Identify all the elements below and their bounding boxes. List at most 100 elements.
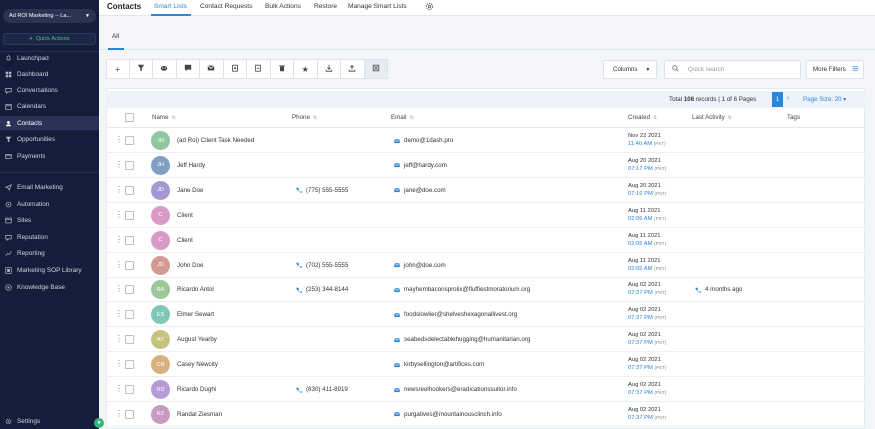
- account-switcher[interactable]: Ad ROI Marketing -- La... ▼: [3, 9, 96, 23]
- table-row[interactable]: ⋮ C Client Aug 11 2021 02:05 AM (PST): [106, 228, 865, 253]
- row-menu-icon[interactable]: ⋮: [115, 309, 123, 318]
- contact-name[interactable]: Jeff Hardy: [177, 162, 205, 169]
- row-checkbox[interactable]: [125, 160, 134, 170]
- sidebar-item-payments[interactable]: Payments: [0, 149, 99, 163]
- contact-email[interactable]: foodslowlier@shelveshexagonallivest.org: [394, 311, 517, 318]
- sidebar-item-email-marketing[interactable]: Email Marketing: [0, 180, 99, 194]
- sidebar-item-launchpad[interactable]: Launchpad: [0, 51, 99, 65]
- sidebar-item-reputation[interactable]: Reputation: [0, 230, 99, 244]
- table-row[interactable]: ⋮ RA Ricardo Antol (253) 344-8144 mayhembaco…: [106, 277, 865, 303]
- contact-name[interactable]: Client: [177, 212, 193, 219]
- sidebar-item-settings[interactable]: Settings: [0, 414, 99, 428]
- table-row[interactable]: ⋮ ES Elmer Sewart foodslowlier@shelveshexag…: [106, 302, 865, 328]
- row-checkbox[interactable]: [125, 136, 134, 145]
- more-filters-button[interactable]: More Filters: [806, 60, 864, 79]
- chat-widget-icon[interactable]: ●: [94, 418, 104, 428]
- table-row[interactable]: ⋮ JD John Doe (702) 555-5555 john@doe.com Aug…: [106, 253, 865, 278]
- row-checkbox[interactable]: [125, 335, 134, 345]
- export-button[interactable]: [341, 59, 365, 79]
- table-row[interactable]: ⋮ C Client Aug 11 2021 02:06 AM (PST): [106, 203, 865, 228]
- row-checkbox[interactable]: [125, 360, 134, 370]
- contact-name[interactable]: Elmer Sewart: [177, 311, 214, 318]
- sidebar-item-conversations[interactable]: Conversations: [0, 83, 99, 97]
- contact-email[interactable]: jane@doe.com: [394, 187, 446, 194]
- filter-button[interactable]: [129, 59, 153, 79]
- row-checkbox[interactable]: [125, 235, 134, 245]
- row-menu-icon[interactable]: ⋮: [115, 284, 123, 293]
- row-menu-icon[interactable]: ⋮: [115, 210, 123, 219]
- settings-gear-icon[interactable]: [425, 2, 434, 11]
- column-header-created[interactable]: Created ⇅: [628, 114, 657, 121]
- review-request-button[interactable]: ★: [294, 59, 318, 79]
- contact-phone[interactable]: (775) 555-5555: [296, 187, 348, 194]
- table-row[interactable]: ⋮ RD Ricardo Dughi (830) 411-8919 newsreelho…: [106, 377, 865, 402]
- sidebar-item-reporting[interactable]: Reporting: [0, 246, 99, 260]
- contact-name[interactable]: John Doe: [177, 262, 204, 269]
- contact-name[interactable]: Casey Newcity: [177, 361, 218, 368]
- row-checkbox[interactable]: [125, 260, 134, 270]
- tab-contact-requests[interactable]: Contact Requests: [200, 3, 252, 10]
- column-header-last-activity[interactable]: Last Activity ⇅: [692, 114, 732, 121]
- next-page-icon[interactable]: ›: [787, 95, 789, 102]
- contact-email[interactable]: jeff@hardy.com: [394, 162, 447, 169]
- contact-email[interactable]: seabedsdelectablehugging@humanitarian.or…: [394, 336, 530, 343]
- row-menu-icon[interactable]: ⋮: [115, 334, 123, 343]
- contact-email[interactable]: newsreelhookers@eradicationssuitor.info: [394, 386, 517, 393]
- tab-restore[interactable]: Restore: [314, 3, 337, 10]
- contact-email[interactable]: demo@1dash.pro: [394, 137, 453, 144]
- table-row[interactable]: ⋮ AY August Yearby seabedsdelectablehugging…: [106, 327, 865, 353]
- contact-phone[interactable]: (830) 411-8919: [296, 386, 348, 393]
- contact-email[interactable]: mayhembaconsprolix@fluffiestmoratorium.o…: [394, 286, 530, 293]
- add-contact-button[interactable]: +: [106, 59, 130, 79]
- contact-name[interactable]: Client: [177, 237, 193, 244]
- row-menu-icon[interactable]: ⋮: [115, 160, 123, 169]
- tab-bulk-actions[interactable]: Bulk Actions: [265, 3, 301, 10]
- table-row[interactable]: ⋮ JN (ad Roi) Client Task Needed demo@1dash…: [106, 128, 865, 153]
- row-checkbox[interactable]: [125, 285, 134, 295]
- merge-button[interactable]: [364, 59, 388, 79]
- email-button[interactable]: [200, 59, 224, 79]
- column-header-phone[interactable]: Phone ⇅: [292, 114, 317, 121]
- row-menu-icon[interactable]: ⋮: [115, 384, 123, 393]
- contact-phone[interactable]: (702) 555-5555: [296, 262, 348, 269]
- row-checkbox[interactable]: [125, 210, 134, 220]
- add-tag-button[interactable]: [223, 59, 247, 79]
- campaign-button[interactable]: [153, 59, 177, 79]
- table-row[interactable]: ⋮ RZ Randal Ziesman purgatives@mountainousc…: [106, 402, 865, 427]
- sms-button[interactable]: [176, 59, 200, 79]
- tab-all[interactable]: All: [112, 33, 119, 40]
- table-row[interactable]: ⋮ JH Jeff Hardy jeff@hardy.com Aug 20 2021 07…: [106, 153, 865, 178]
- sidebar-item-knowledge-base[interactable]: Knowledge Base: [0, 280, 99, 294]
- import-button[interactable]: [317, 59, 341, 79]
- table-row[interactable]: ⋮ JD Jane Doe (775) 555-5555 jane@doe.com Aug…: [106, 178, 865, 203]
- row-checkbox[interactable]: [125, 310, 134, 320]
- sidebar-item-opportunities[interactable]: Opportunities: [0, 132, 99, 146]
- column-header-email[interactable]: Email ⇅: [391, 114, 414, 121]
- row-menu-icon[interactable]: ⋮: [115, 185, 123, 194]
- contact-name[interactable]: (ad Roi) Client Task Needed: [177, 137, 254, 144]
- contact-phone[interactable]: (253) 344-8144: [296, 286, 348, 293]
- select-all-checkbox[interactable]: [125, 113, 134, 122]
- sidebar-item-dashboard[interactable]: Dashboard: [0, 67, 99, 81]
- row-checkbox[interactable]: [125, 185, 134, 195]
- sidebar-item-marketing-sop-library[interactable]: Marketing SOP Library: [0, 263, 99, 277]
- columns-dropdown[interactable]: Columns ▼: [603, 60, 657, 79]
- contact-name[interactable]: Ricardo Dughi: [177, 386, 216, 393]
- quick-actions-button[interactable]: + Quick Actions: [3, 33, 96, 45]
- row-menu-icon[interactable]: ⋮: [115, 260, 123, 269]
- contact-name[interactable]: August Yearby: [177, 336, 217, 343]
- contact-name[interactable]: Jane Doe: [177, 187, 204, 194]
- contact-name[interactable]: Randal Ziesman: [177, 411, 222, 418]
- row-checkbox[interactable]: [125, 409, 134, 419]
- tab-manage-smart-lists[interactable]: Manage Smart Lists: [348, 3, 407, 10]
- row-menu-icon[interactable]: ⋮: [115, 359, 123, 368]
- sidebar-item-automation[interactable]: Automation: [0, 197, 99, 211]
- page-size-dropdown[interactable]: Page Size: 20 ▾: [803, 96, 846, 103]
- row-menu-icon[interactable]: ⋮: [115, 409, 123, 418]
- sidebar-item-sites[interactable]: Sites: [0, 213, 99, 227]
- row-checkbox[interactable]: [125, 385, 134, 394]
- tab-smart-lists[interactable]: Smart Lists: [154, 3, 187, 10]
- contact-email[interactable]: john@doe.com: [394, 262, 446, 269]
- quick-search-input[interactable]: Quick search: [664, 60, 801, 79]
- sidebar-item-calendars[interactable]: Calendars: [0, 99, 99, 113]
